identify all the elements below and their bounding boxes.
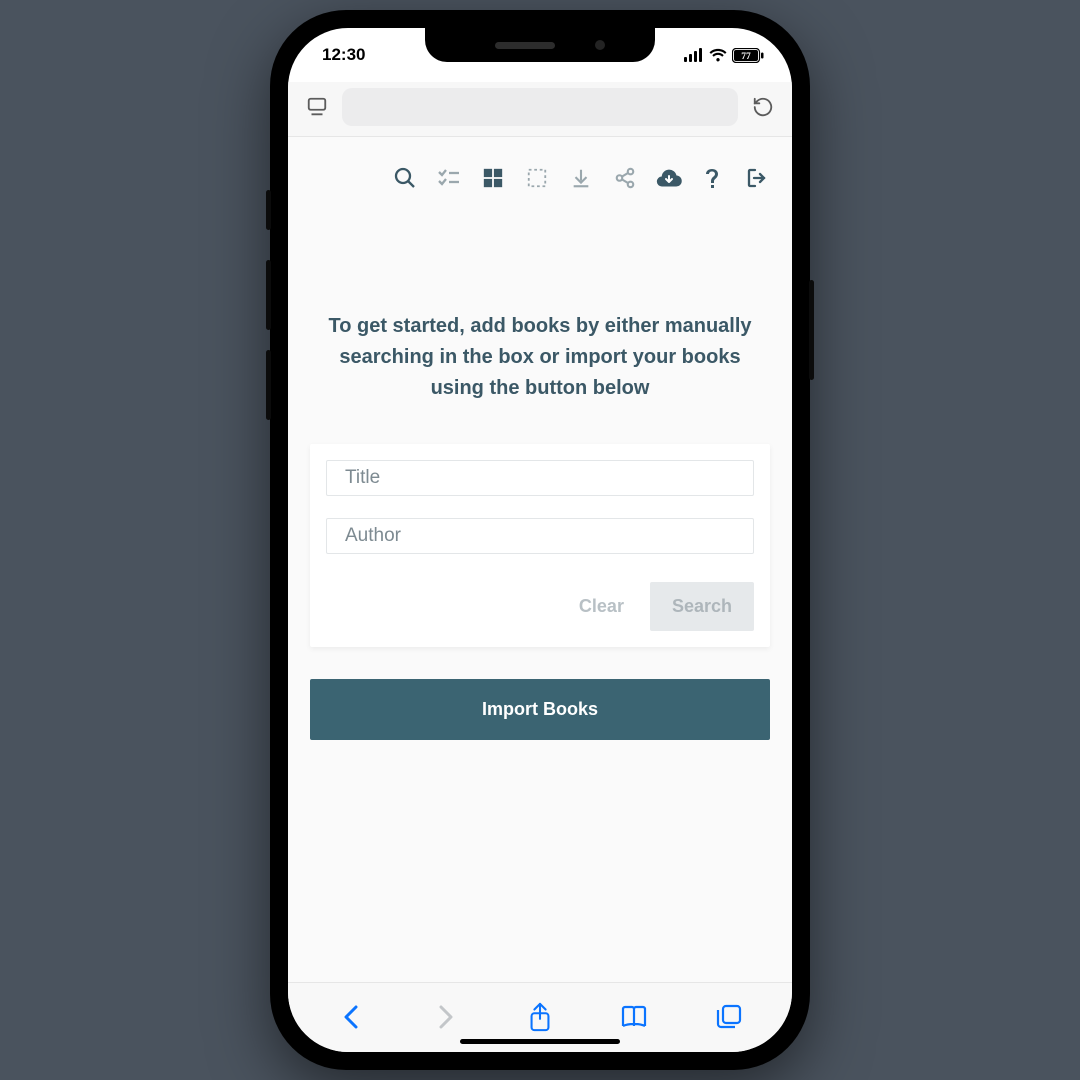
search-icon[interactable]	[392, 165, 418, 191]
author-label: Author	[345, 525, 401, 547]
phone-frame: 12:30 77	[270, 10, 810, 1070]
power-button	[809, 280, 814, 380]
select-icon[interactable]	[524, 165, 550, 191]
mute-switch	[266, 190, 271, 230]
import-books-button[interactable]: Import Books	[310, 679, 770, 740]
grid-icon[interactable]	[480, 165, 506, 191]
title-label: Title	[345, 467, 380, 489]
home-indicator[interactable]	[460, 1039, 620, 1044]
cloud-download-icon[interactable]	[656, 165, 682, 191]
volume-up-button	[266, 260, 271, 330]
url-field[interactable]	[342, 88, 738, 126]
search-card: Title Author Clear Search	[310, 444, 770, 647]
app-toolbar	[288, 137, 792, 201]
search-button[interactable]: Search	[650, 582, 754, 631]
share-icon[interactable]	[612, 165, 638, 191]
card-actions: Clear Search	[326, 576, 754, 631]
share-sheet-icon[interactable]	[520, 997, 560, 1037]
title-field[interactable]: Title	[326, 460, 754, 496]
browser-address-bar	[288, 82, 792, 137]
reader-mode-icon[interactable]	[302, 96, 332, 118]
speaker	[495, 42, 555, 49]
cellular-signal-icon	[684, 48, 704, 62]
battery-icon: 77	[732, 48, 764, 63]
notch	[425, 28, 655, 62]
svg-text:77: 77	[741, 52, 751, 62]
checklist-icon[interactable]	[436, 165, 462, 191]
help-icon[interactable]	[700, 165, 726, 191]
wifi-icon	[708, 48, 728, 62]
back-icon[interactable]	[331, 997, 371, 1037]
reload-icon[interactable]	[748, 95, 778, 119]
forward-icon	[426, 997, 466, 1037]
front-camera	[595, 40, 605, 50]
tabs-icon[interactable]	[709, 997, 749, 1037]
bookmarks-icon[interactable]	[614, 997, 654, 1037]
author-field[interactable]: Author	[326, 518, 754, 554]
intro-text: To get started, add books by either manu…	[288, 201, 792, 444]
status-right: 77	[684, 48, 764, 63]
logout-icon[interactable]	[744, 165, 770, 191]
clear-button[interactable]: Clear	[579, 596, 624, 617]
app-content: To get started, add books by either manu…	[288, 137, 792, 982]
download-icon[interactable]	[568, 165, 594, 191]
clock: 12:30	[322, 45, 365, 65]
screen: 12:30 77	[288, 28, 792, 1052]
volume-down-button	[266, 350, 271, 420]
